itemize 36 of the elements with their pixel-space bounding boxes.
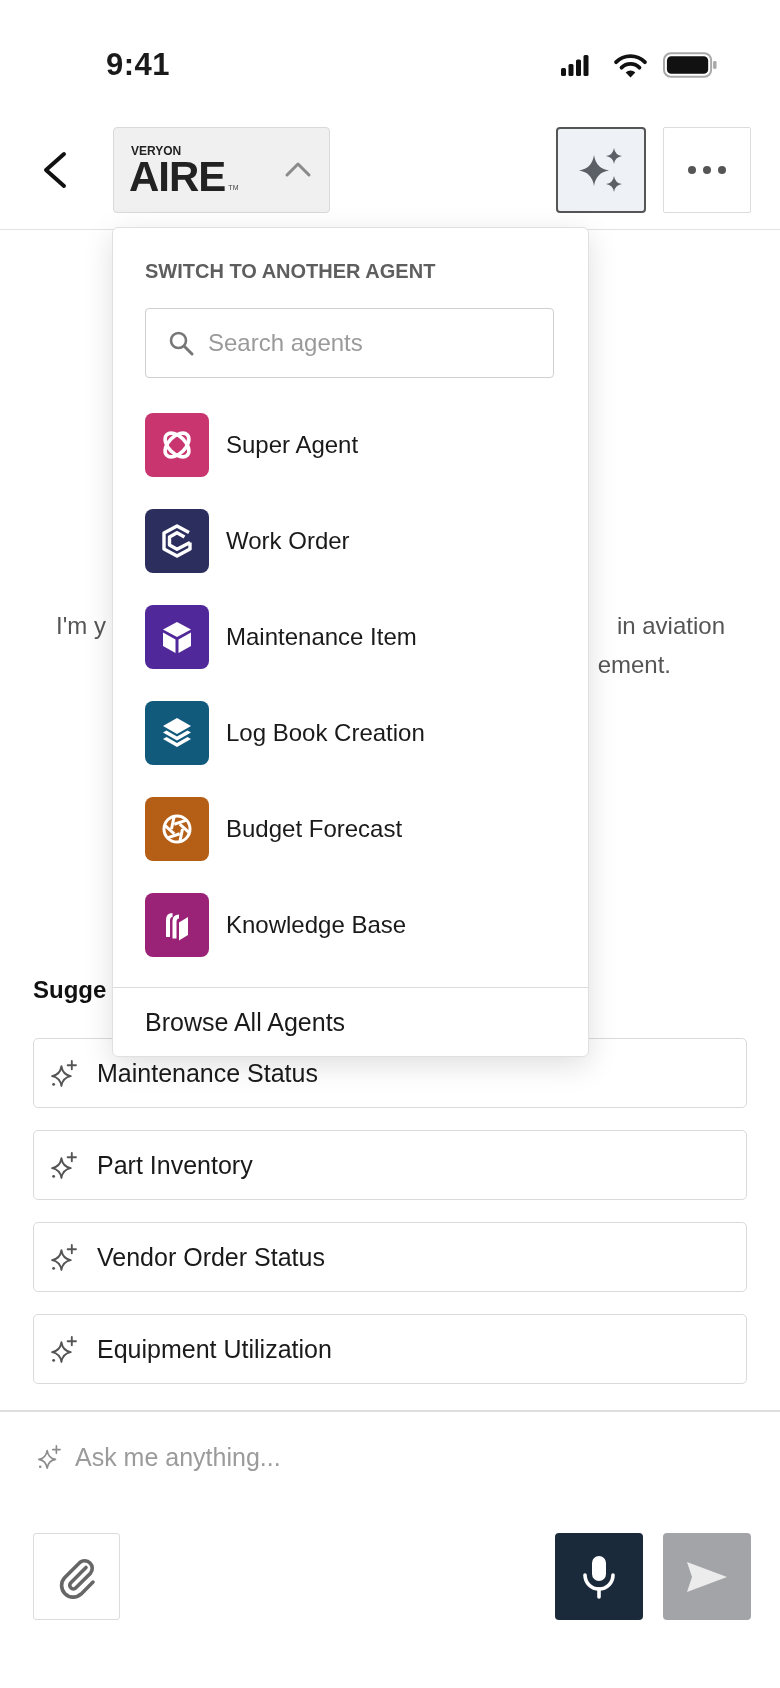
sparkle-icon [50, 1151, 77, 1179]
suggestion-button[interactable]: Equipment Utilization [33, 1314, 747, 1384]
agent-menu-item[interactable]: Super Agent [113, 397, 588, 493]
suggestion-button[interactable]: Part Inventory [33, 1130, 747, 1200]
chevron-up-icon [284, 160, 312, 179]
agent-menu-item[interactable]: Budget Forecast [113, 781, 588, 877]
agent-menu-item[interactable]: Work Order [113, 493, 588, 589]
sparkle-icon [50, 1059, 77, 1087]
send-icon [686, 1560, 728, 1593]
attach-button[interactable] [33, 1533, 120, 1620]
search-field[interactable]: Search agents [145, 308, 554, 378]
sparkle-icon [37, 1445, 61, 1469]
suggestions-heading: Sugge [33, 975, 107, 1005]
more-icon [687, 164, 727, 175]
sparkle-icon [50, 1335, 77, 1363]
assistant-button[interactable] [556, 126, 646, 213]
browse-agents-link[interactable]: Browse All Agents [145, 1006, 346, 1038]
sparkle-icon [50, 1243, 77, 1271]
microphone-button[interactable] [555, 1533, 643, 1620]
menu-heading: SWITCH TO ANOTHER AGENT [145, 259, 436, 284]
battery-icon [663, 52, 718, 78]
more-options-button[interactable] [663, 126, 751, 213]
message-field[interactable]: Ask me anything... [75, 1437, 751, 1477]
welcome-text: in aviation [616, 610, 725, 641]
wifi-icon [613, 52, 648, 78]
agent-menu-item[interactable]: Log Book Creation [113, 685, 588, 781]
chevron-left-icon [42, 150, 68, 189]
signal-icon [561, 54, 589, 76]
suggestion-button[interactable]: Vendor Order Status [33, 1222, 747, 1292]
status-time: 9:41 [106, 47, 171, 83]
agent-menu-item[interactable]: Knowledge Base [113, 877, 588, 973]
welcome-text: I'm y [56, 610, 106, 641]
search-icon [168, 330, 194, 356]
welcome-text: ement. [597, 649, 671, 680]
agent-menu-item[interactable]: Maintenance Item [113, 589, 588, 685]
microphone-icon [580, 1554, 618, 1599]
